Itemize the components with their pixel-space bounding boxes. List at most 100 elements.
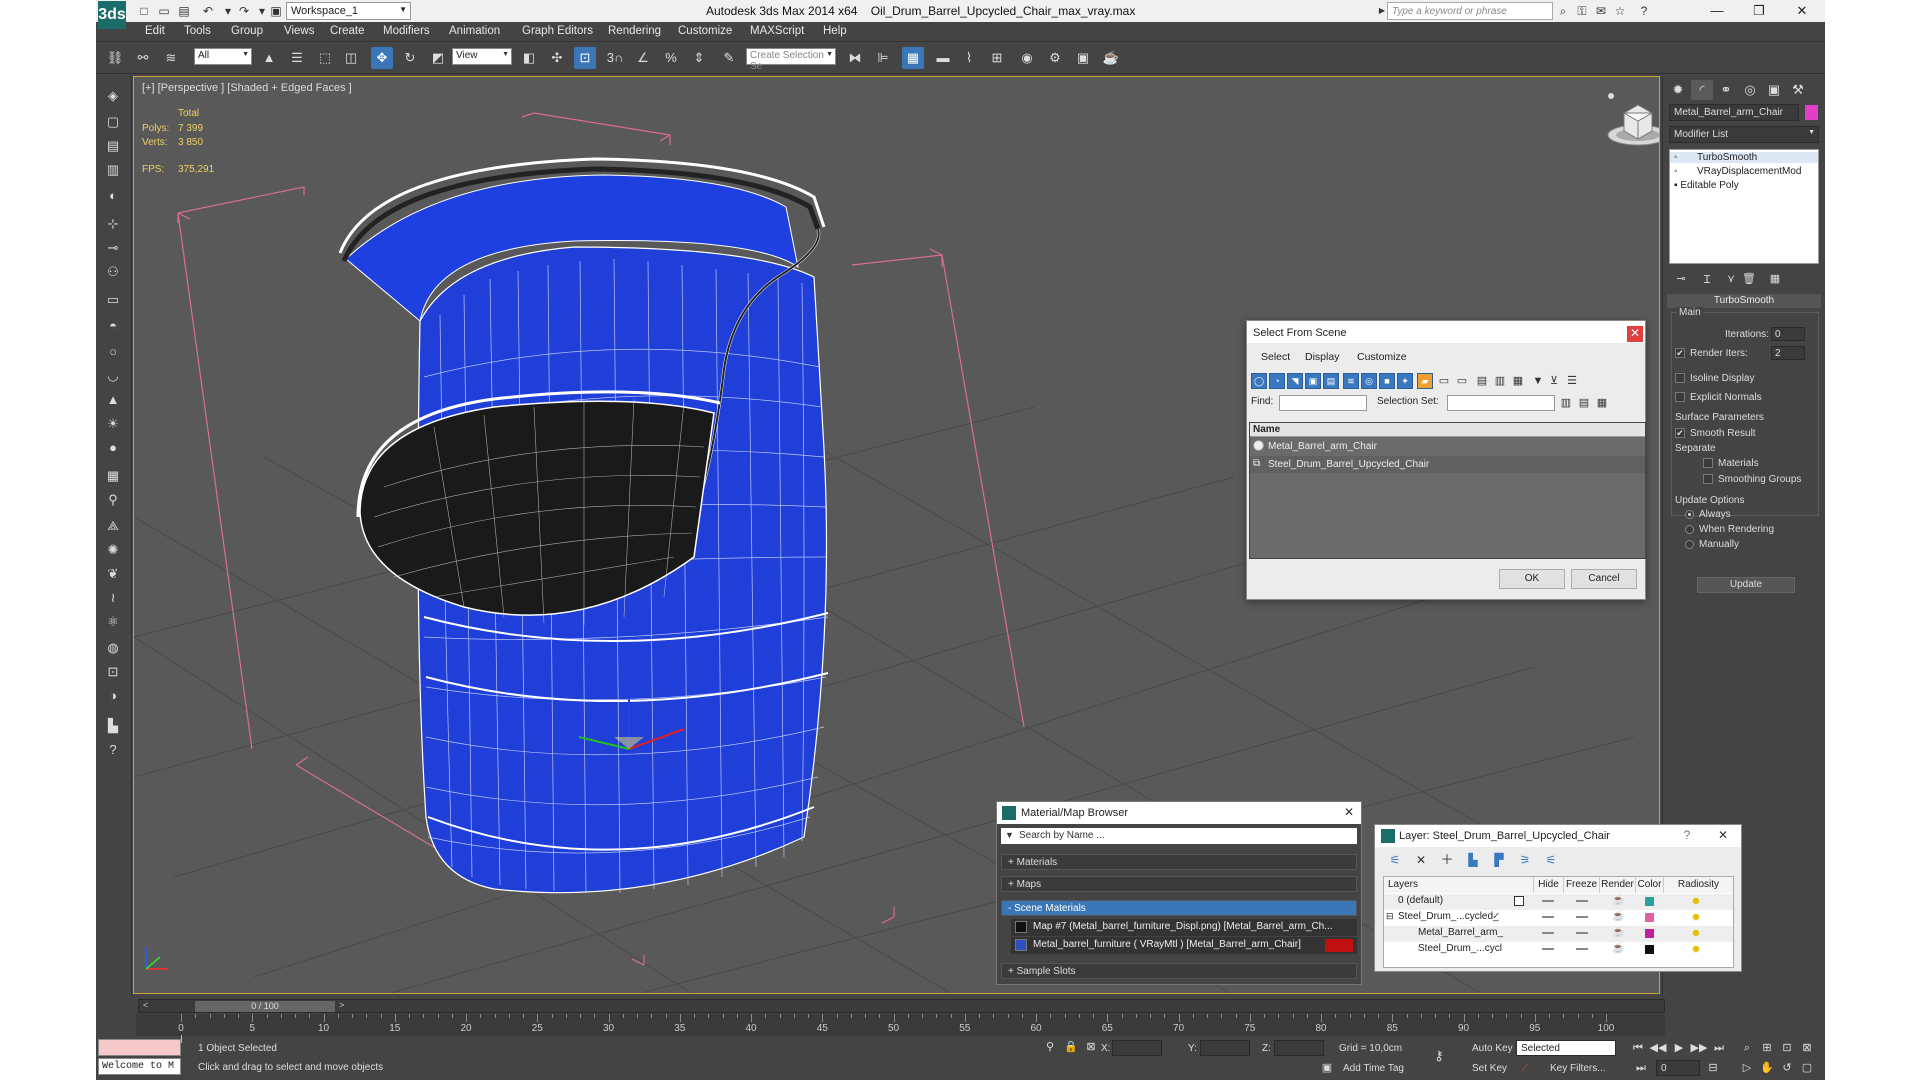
sphere-primitive-icon[interactable]: ○	[102, 342, 124, 362]
isolate-selection-icon[interactable]: ⚲	[1041, 1039, 1059, 1055]
select-all-icon[interactable]: ▤	[1475, 374, 1489, 388]
add-time-tag-button[interactable]: Add Time Tag	[1343, 1063, 1404, 1074]
minimize-button[interactable]: —	[1696, 0, 1738, 22]
name-column-header[interactable]: Name	[1250, 423, 1645, 437]
z-coord-field[interactable]	[1274, 1040, 1324, 1056]
help-search-input[interactable]: Type a keyword or phrase	[1387, 2, 1553, 20]
pan-view-icon[interactable]: ✋	[1758, 1060, 1776, 1076]
update-when-rendering-radio[interactable]	[1685, 525, 1694, 534]
project-folder-icon[interactable]: ▣	[268, 3, 284, 19]
display-bones-filter-icon[interactable]: ✦	[1397, 373, 1413, 389]
snaps-toggle-icon[interactable]: 3∩	[604, 47, 626, 69]
binoculars-icon[interactable]: ⌕	[1555, 3, 1571, 19]
create-lights-icon[interactable]: ▥	[102, 160, 124, 180]
radiosity-bulb-icon[interactable]: ✹	[1690, 944, 1702, 956]
maxscript-listener-pink[interactable]	[98, 1039, 181, 1056]
select-and-move-icon[interactable]: ✥	[371, 47, 393, 69]
display-none-icon[interactable]: ▭	[1437, 374, 1451, 388]
layer-color-swatch[interactable]	[1645, 929, 1654, 938]
freeze-toggle[interactable]	[1576, 948, 1588, 950]
material-search-input[interactable]: Search by Name ...	[1001, 828, 1357, 844]
hair-icon[interactable]: ≀	[102, 588, 124, 608]
display-helpers-filter-icon[interactable]: ▤	[1323, 373, 1339, 389]
motion-tab-icon[interactable]: ◎	[1739, 80, 1761, 100]
zoom-all-icon[interactable]: ⊞	[1758, 1040, 1776, 1056]
select-in-layer-icon[interactable]: ▙	[1465, 853, 1481, 869]
align-icon[interactable]: ⊫	[872, 47, 894, 69]
mirror-icon[interactable]: ⧓	[844, 47, 866, 69]
bulb-icon[interactable]: ◦	[1674, 152, 1678, 163]
configure-modifier-sets-icon[interactable]: ▦	[1767, 272, 1783, 286]
sun-light-icon[interactable]: ☀	[102, 414, 124, 434]
key-mode-toggle-icon[interactable]: ⏭	[1632, 1060, 1650, 1076]
menu-graph-editors[interactable]: Graph Editors	[522, 25, 593, 37]
hierarchy-tab-icon[interactable]: ⚭	[1715, 80, 1737, 100]
display-invert-icon[interactable]: ▭	[1455, 374, 1469, 388]
pipe-icon[interactable]: ⚲	[102, 490, 124, 510]
zoom-extents-all-icon[interactable]: ⊠	[1798, 1040, 1816, 1056]
undo-icon[interactable]: ↶	[200, 3, 216, 19]
key-filters-button[interactable]: Key Filters...	[1550, 1063, 1606, 1074]
maps-section[interactable]: + Maps	[1001, 876, 1357, 892]
reactor-icon[interactable]: ⚛	[102, 612, 124, 632]
save-file-icon[interactable]: ▤	[176, 3, 192, 19]
menu-views[interactable]: Views	[284, 25, 314, 37]
favorites-star-icon[interactable]: ☆	[1612, 3, 1628, 19]
play-icon[interactable]: ▶	[1670, 1040, 1688, 1056]
highlight-layer-icon[interactable]: ▛	[1491, 853, 1507, 869]
separate-materials-checkbox[interactable]	[1703, 458, 1713, 468]
go-to-start-icon[interactable]: ⏮	[1629, 1040, 1647, 1056]
display-cameras-filter-icon[interactable]: ▣	[1305, 373, 1321, 389]
render-teapot-icon[interactable]: ☕	[1612, 943, 1624, 954]
select-dialog-menu-select[interactable]: Select	[1261, 351, 1290, 363]
freeze-toggle[interactable]	[1576, 932, 1588, 934]
select-dialog-menu-display[interactable]: Display	[1305, 351, 1339, 363]
sidebar-settings-icon[interactable]: ▙	[102, 716, 124, 736]
edit-named-selection-icon[interactable]: ✎	[718, 47, 740, 69]
hierarchy-view-icon[interactable]: ☰	[1565, 374, 1579, 388]
create-systems-icon[interactable]: ⚇	[102, 262, 124, 282]
create-cameras-icon[interactable]: ◐	[102, 186, 124, 206]
create-geometry-icon[interactable]: ◈	[102, 86, 124, 106]
select-dialog-close-button[interactable]: ✕	[1627, 326, 1643, 342]
render-setup-icon[interactable]: ⚙	[1044, 47, 1066, 69]
find-case-icon[interactable]: ⊻	[1547, 374, 1561, 388]
layer-manager-icon[interactable]: ▦	[902, 47, 924, 69]
box-primitive-icon[interactable]: ▭	[102, 290, 124, 310]
update-button[interactable]: Update	[1697, 577, 1795, 593]
radiosity-bulb-icon[interactable]: ✹	[1690, 928, 1702, 940]
display-xrefs-filter-icon[interactable]: ■	[1379, 373, 1395, 389]
x-coord-field[interactable]	[1112, 1040, 1162, 1056]
layer-dialog-close-button[interactable]: ✕	[1715, 828, 1731, 844]
disc-primitive-icon[interactable]: ●	[102, 438, 124, 458]
go-to-end-icon[interactable]: ⏭	[1710, 1040, 1728, 1056]
search-options-chevron-icon[interactable]: ▼	[1005, 830, 1014, 840]
menu-rendering[interactable]: Rendering	[608, 25, 661, 37]
materials-section[interactable]: + Materials	[1001, 854, 1357, 870]
slider-left-arrow-icon[interactable]: <	[143, 1000, 148, 1010]
create-tab-icon[interactable]: ✹	[1667, 80, 1689, 100]
plane-grid-icon[interactable]: ▦	[102, 466, 124, 486]
create-spacewarps-icon[interactable]: ⊸	[102, 238, 124, 258]
selection-lock-icon[interactable]: 🔒	[1062, 1039, 1080, 1055]
sidebar-help-icon[interactable]: ?	[102, 740, 124, 760]
iterations-spinner[interactable]: 0	[1771, 327, 1805, 341]
freeze-toggle[interactable]	[1576, 900, 1588, 902]
keyboard-shortcut-override-icon[interactable]: ⊡	[574, 47, 596, 69]
freeze-toggle[interactable]	[1576, 916, 1588, 918]
subscription-icon[interactable]: ⚿	[1574, 3, 1590, 19]
add-to-selection-set-icon[interactable]: ▤	[1577, 396, 1591, 410]
freeze-column-header[interactable]: Freeze	[1564, 877, 1600, 893]
hide-column-header[interactable]: Hide	[1534, 877, 1564, 893]
pivot-center-icon[interactable]: ◧	[518, 47, 540, 69]
display-geometry-filter-icon[interactable]: ◯	[1251, 373, 1267, 389]
explicit-normals-checkbox[interactable]	[1675, 392, 1685, 402]
dome-primitive-icon[interactable]: ◓	[102, 316, 124, 336]
render-teapot-icon[interactable]: ☕	[1612, 895, 1624, 906]
display-lights-filter-icon[interactable]: ◥	[1287, 373, 1303, 389]
render-iters-checkbox[interactable]: ✔	[1675, 348, 1685, 358]
selection-set-dropdown[interactable]	[1447, 395, 1555, 411]
communication-center-icon[interactable]: ✉	[1593, 3, 1609, 19]
set-key-mode-icon[interactable]: ⚷	[1430, 1048, 1448, 1064]
menu-customize[interactable]: Customize	[678, 25, 732, 37]
